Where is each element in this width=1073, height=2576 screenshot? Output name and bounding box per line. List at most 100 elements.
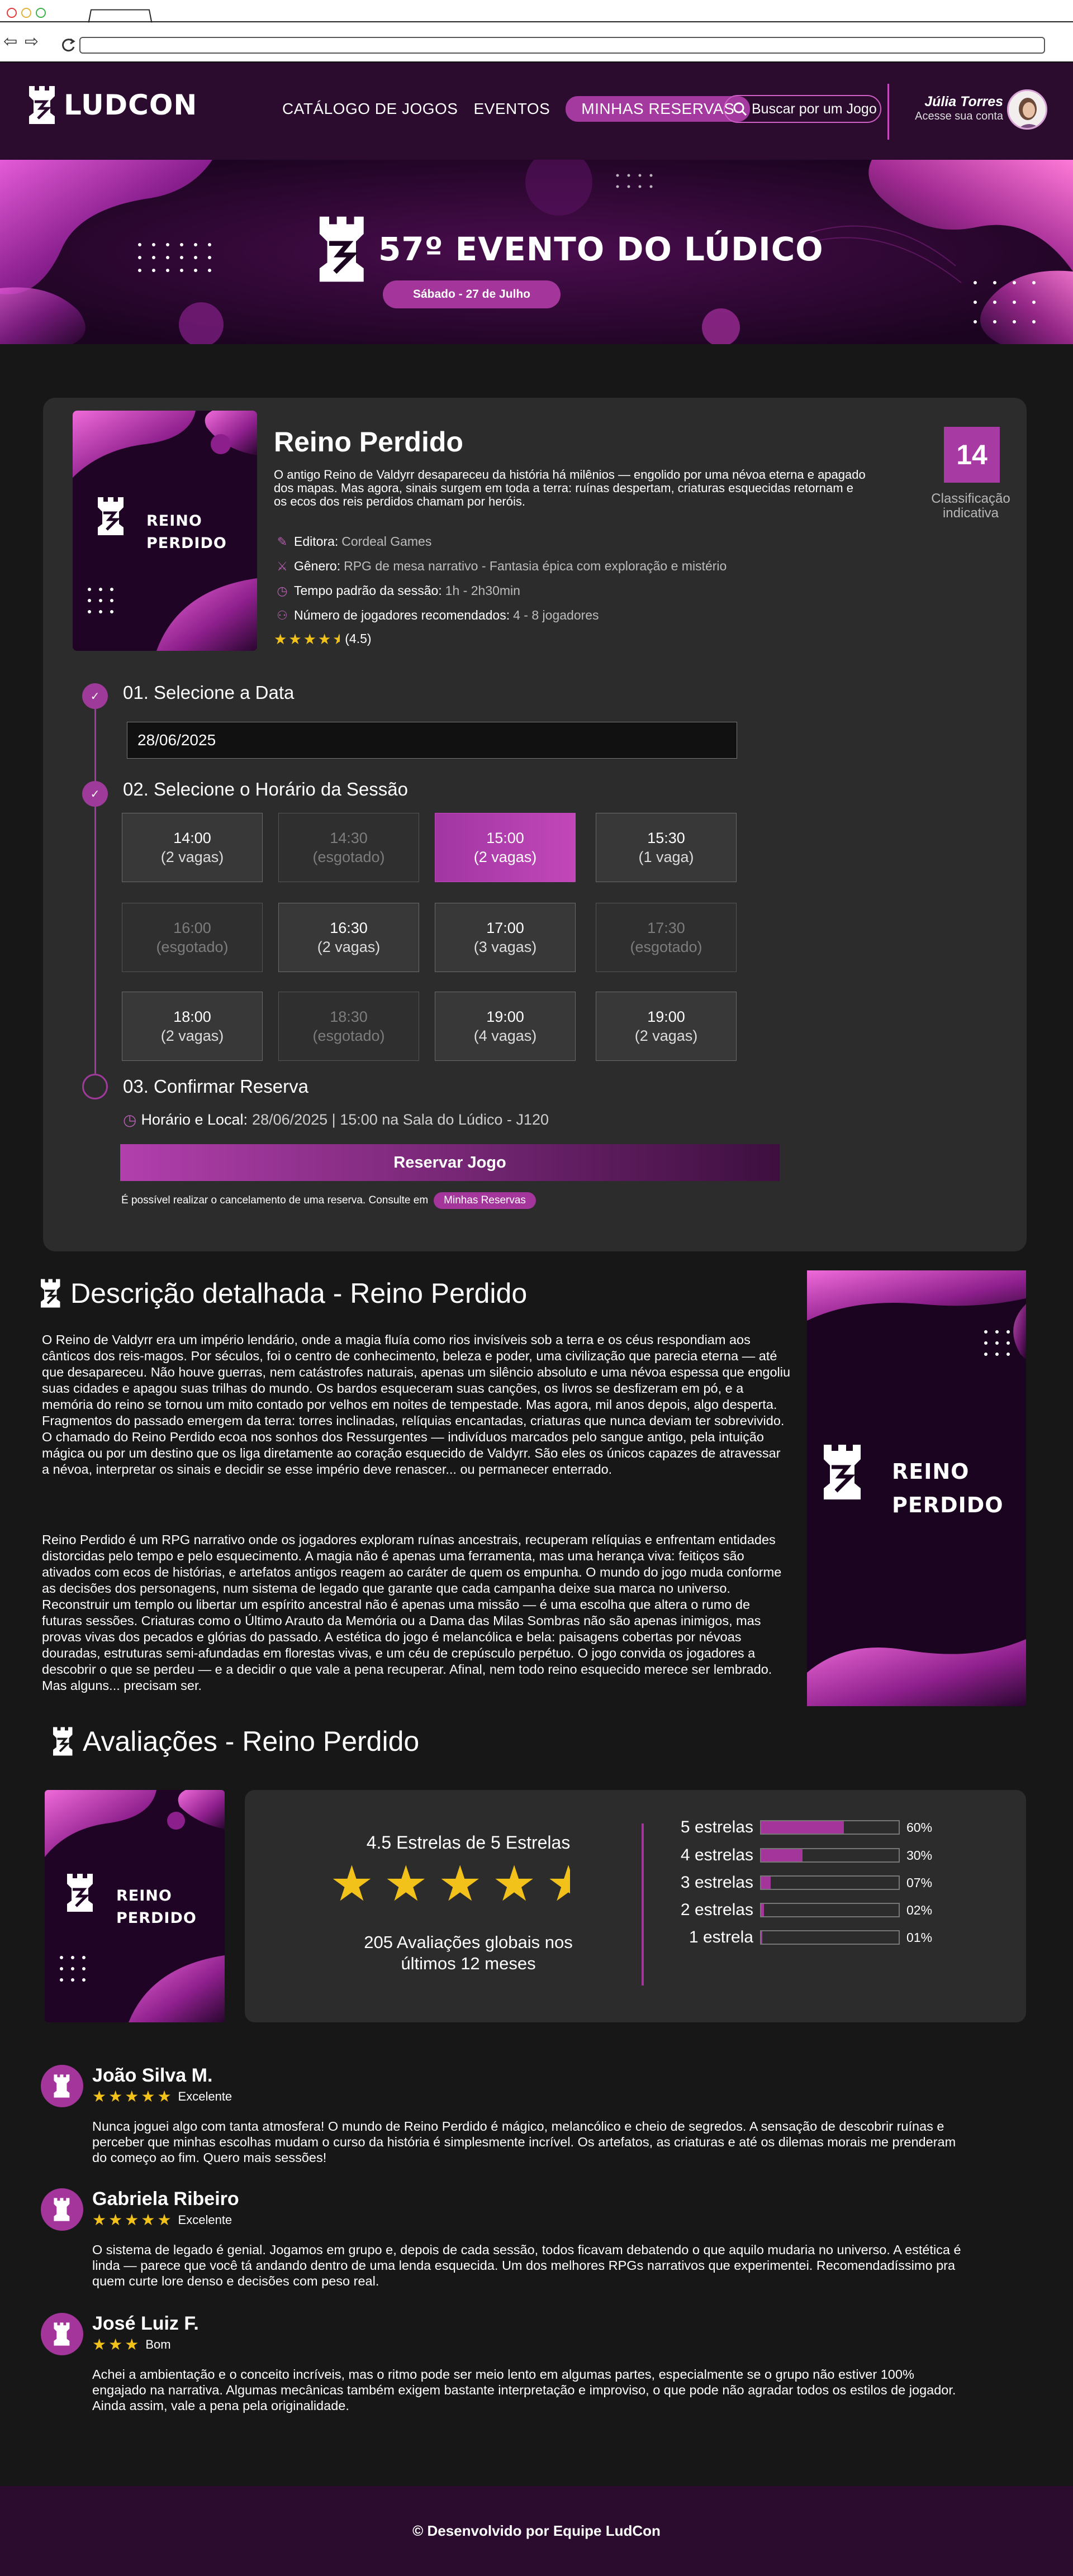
slot-time: 19:00	[486, 1008, 524, 1025]
star-icon: ★	[108, 2336, 123, 2353]
date-field[interactable]: 28/06/2025	[127, 722, 737, 759]
time-label: Tempo padrão da sessão:	[294, 583, 442, 598]
slot-time: 14:00	[173, 830, 211, 846]
forward-arrow-icon[interactable]: ⇨	[25, 34, 39, 50]
nav-events[interactable]: EVENTOS	[473, 100, 550, 118]
rating-bar-fill	[761, 1931, 763, 1944]
star-icon: ★	[141, 2211, 155, 2229]
rating-summary-card: 4.5 Estrelas de 5 Estrelas ★ ★ ★ ★ ★ 205…	[245, 1790, 1026, 2022]
star-icon: ★	[157, 2211, 172, 2229]
time-slot[interactable]: 14:00 (2 vagas)	[122, 813, 263, 882]
star-icon: ★	[157, 2088, 172, 2105]
event-banner: 57º EVENTO DO LÚDICO Sábado - 27 de Julh…	[0, 160, 1073, 344]
site-footer: © Desenvolvido por Equipe LudCon	[0, 2486, 1073, 2576]
search-placeholder: Buscar por um Jogo	[752, 101, 877, 117]
genre-value: RPG de mesa narrativo - Fantasia épica c…	[344, 559, 727, 573]
maximize-window-icon[interactable]	[36, 8, 46, 18]
search-icon	[733, 102, 747, 116]
slot-time: 15:00	[486, 830, 524, 846]
slot-time: 18:00	[173, 1008, 211, 1025]
players-label: Número de jogadores recomendados:	[294, 608, 510, 622]
clock-icon: ◷	[123, 1111, 137, 1129]
time-slot[interactable]: 19:00 (2 vagas)	[596, 992, 737, 1061]
cover-title-line2: PERDIDO	[146, 535, 227, 552]
reserve-button[interactable]: Reservar Jogo	[120, 1144, 780, 1181]
nav-catalog[interactable]: CATÁLOGO DE JOGOS	[282, 100, 458, 118]
time-slot: 16:00 (esgotado)	[122, 903, 263, 972]
ludcon-logo[interactable]: LUDCON	[27, 85, 197, 125]
rating-bar-percent: 30%	[906, 1848, 933, 1863]
star-icon: ★	[125, 2211, 139, 2229]
confirm-summary: ◷ Horário e Local: 28/06/2025 | 15:00 na…	[123, 1111, 549, 1129]
game-rating: ★ ★ ★ ★ ★ (4.5)	[274, 631, 372, 646]
time-slot[interactable]: 17:00 (3 vagas)	[435, 903, 576, 972]
rating-stars: ★ ★ ★ ★ ★	[330, 1859, 570, 1908]
review-rating: ★ ★ ★ ★ ★ Excelente	[92, 2089, 232, 2104]
cover-title-line2: PERDIDO	[892, 1493, 1004, 1517]
user-account-link[interactable]: Acesse sua conta	[897, 110, 1003, 123]
rook-logo-icon	[53, 1727, 73, 1756]
url-bar[interactable]	[79, 37, 1045, 54]
slot-time: 16:30	[330, 920, 368, 936]
reviews-title: Avaliações - Reino Perdido	[83, 1726, 420, 1757]
star-icon: ★	[330, 1855, 374, 1912]
star-icon: ★	[92, 2088, 107, 2105]
minimize-window-icon[interactable]	[21, 8, 31, 18]
game-cover: REINO PERDIDO	[73, 411, 257, 651]
my-reservations-link[interactable]: Minhas Reservas	[434, 1192, 536, 1209]
time-slot: 18:30 (esgotado)	[278, 992, 419, 1061]
description-paragraph-2: Reino Perdido é um RPG narrativo onde os…	[42, 1532, 782, 1693]
slot-availability: (esgotado)	[312, 1027, 385, 1044]
slot-time: 17:30	[647, 920, 685, 936]
site-header: LUDCON CATÁLOGO DE JOGOS EVENTOS MINHAS …	[0, 63, 1073, 160]
players-icon: ⚇	[277, 608, 288, 622]
star-icon: ★	[125, 2336, 139, 2353]
rating-bar-label: 1 estrela	[689, 1928, 753, 1946]
star-icon: ★	[288, 630, 302, 647]
time-slot[interactable]: 15:30 (1 vaga)	[596, 813, 737, 882]
star-icon: ★	[92, 2336, 107, 2353]
browser-chrome: ⇦ ⇨	[0, 0, 1073, 63]
reload-icon[interactable]	[60, 37, 76, 54]
slot-availability: (3 vagas)	[473, 939, 537, 955]
back-arrow-icon[interactable]: ⇦	[3, 34, 17, 50]
rook-logo-icon	[319, 216, 364, 282]
cancel-note: É possível realizar o cancelamento de um…	[121, 1192, 536, 1209]
star-icon: ★	[274, 630, 287, 647]
rating-bar-row: 2 estrelas 02%	[670, 1901, 932, 1920]
close-window-icon[interactable]	[7, 8, 17, 18]
slot-availability: (2 vagas)	[473, 849, 537, 865]
review-text: Achei a ambientação e o conceito incríve…	[92, 2367, 956, 2413]
rating-bar-fill	[761, 1877, 771, 1889]
slot-time: 14:30	[330, 830, 368, 846]
time-slot[interactable]: 15:00 (2 vagas)	[435, 813, 576, 882]
time-slot[interactable]: 16:30 (2 vagas)	[278, 903, 419, 972]
review-verdict: Excelente	[178, 2213, 232, 2227]
main-nav: CATÁLOGO DE JOGOS EVENTOS MINHAS RESERVA…	[282, 96, 751, 122]
avatar[interactable]	[1007, 89, 1047, 130]
reviewer-name: Gabriela Ribeiro	[92, 2188, 239, 2210]
publisher-icon: ✎	[277, 534, 288, 549]
browser-tab[interactable]	[88, 9, 153, 23]
step-done-icon: ✓	[82, 781, 108, 807]
reviewer-avatar	[41, 2065, 83, 2107]
cover-title-line2: PERDIDO	[116, 1910, 197, 1927]
star-icon: ★	[383, 1855, 428, 1912]
review-text: Nunca joguei algo com tanta atmosfera! O…	[92, 2119, 956, 2165]
time-slot[interactable]: 19:00 (4 vagas)	[435, 992, 576, 1061]
genre-label: Gênero:	[294, 559, 341, 573]
nav-my-reservations[interactable]: MINHAS RESERVAS	[566, 96, 751, 122]
time-slot: 14:30 (esgotado)	[278, 813, 419, 882]
user-info[interactable]: Júlia Torres Acesse sua conta	[897, 94, 1003, 123]
rating-bar-track	[760, 1820, 900, 1835]
timeline-line	[94, 696, 96, 1087]
rating-bar-percent: 60%	[906, 1820, 933, 1835]
review-rating: ★ ★ ★ ★ ★ Excelente	[92, 2211, 232, 2229]
time-slot[interactable]: 18:00 (2 vagas)	[122, 992, 263, 1061]
banner-title: 57º EVENTO DO LÚDICO	[378, 230, 824, 268]
review-rating: ★ ★ ★ Bom	[92, 2336, 171, 2353]
rating-count: 205 Avaliações globais nos últimos 12 me…	[364, 1932, 573, 1973]
meta-time: ◷ Tempo padrão da sessão: 1h - 2h30min	[274, 583, 520, 598]
players-value: 4 - 8 jogadores	[513, 608, 599, 622]
search-input[interactable]: Buscar por um Jogo	[724, 95, 881, 123]
